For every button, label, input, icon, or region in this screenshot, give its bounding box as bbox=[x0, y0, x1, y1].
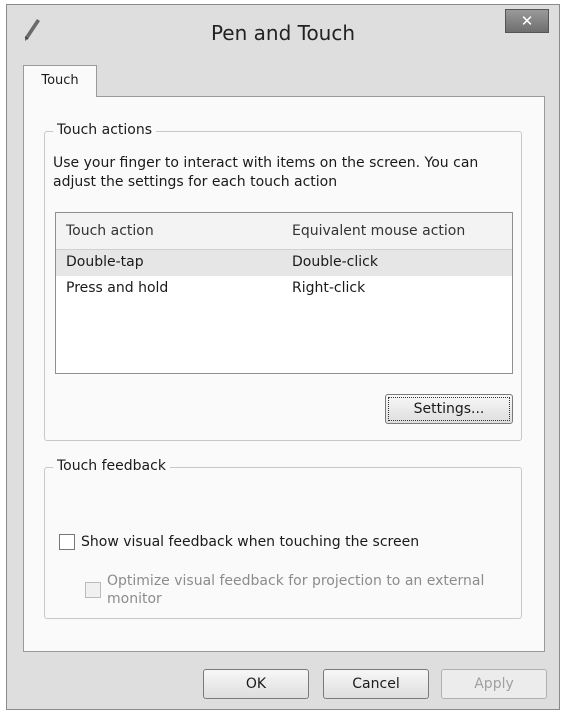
dialog-footer: OK Cancel Apply bbox=[7, 657, 559, 707]
touch-action-cell: Press and hold bbox=[66, 280, 169, 296]
touch-feedback-group: Touch feedback Show visual feedback when… bbox=[44, 458, 522, 619]
touch-actions-label: Touch actions bbox=[53, 122, 157, 138]
tab-panel-touch: Touch actions Use your finger to interac… bbox=[23, 96, 545, 652]
optimize-feedback-checkbox[interactable] bbox=[85, 582, 101, 598]
touch-feedback-label: Touch feedback bbox=[53, 458, 170, 474]
column-header-mouse-action[interactable]: Equivalent mouse action bbox=[292, 213, 465, 249]
show-feedback-checkbox[interactable] bbox=[59, 534, 75, 550]
show-feedback-label[interactable]: Show visual feedback when touching the s… bbox=[81, 533, 501, 551]
window-title: Pen and Touch bbox=[210, 21, 356, 45]
title-bar[interactable]: Pen and Touch ✕ bbox=[7, 5, 559, 63]
mouse-action-cell: Double-click bbox=[292, 254, 378, 270]
close-icon: ✕ bbox=[520, 12, 534, 30]
optimize-feedback-label[interactable]: Optimize visual feedback for projection … bbox=[107, 572, 507, 608]
touch-actions-group: Touch actions Use your finger to interac… bbox=[44, 122, 522, 441]
touch-action-cell: Double-tap bbox=[66, 254, 144, 270]
table-row[interactable]: Press and hold Right-click bbox=[56, 276, 512, 302]
mouse-action-cell: Right-click bbox=[292, 280, 366, 296]
pen-and-touch-dialog: Pen and Touch ✕ Touch Touch actions Use … bbox=[6, 4, 560, 710]
list-header: Touch action Equivalent mouse action bbox=[56, 213, 512, 250]
table-row[interactable]: Double-tap Double-click bbox=[56, 250, 512, 276]
ok-button[interactable]: OK bbox=[203, 669, 309, 699]
apply-button[interactable]: Apply bbox=[441, 669, 547, 699]
close-button[interactable]: ✕ bbox=[505, 9, 549, 33]
cancel-button[interactable]: Cancel bbox=[323, 669, 429, 699]
settings-button[interactable]: Settings... bbox=[385, 394, 513, 424]
tab-touch[interactable]: Touch bbox=[23, 65, 97, 97]
column-header-touch-action[interactable]: Touch action bbox=[66, 213, 154, 249]
touch-actions-description: Use your finger to interact with items o… bbox=[53, 155, 479, 190]
touch-actions-list[interactable]: Touch action Equivalent mouse action Dou… bbox=[55, 212, 513, 374]
